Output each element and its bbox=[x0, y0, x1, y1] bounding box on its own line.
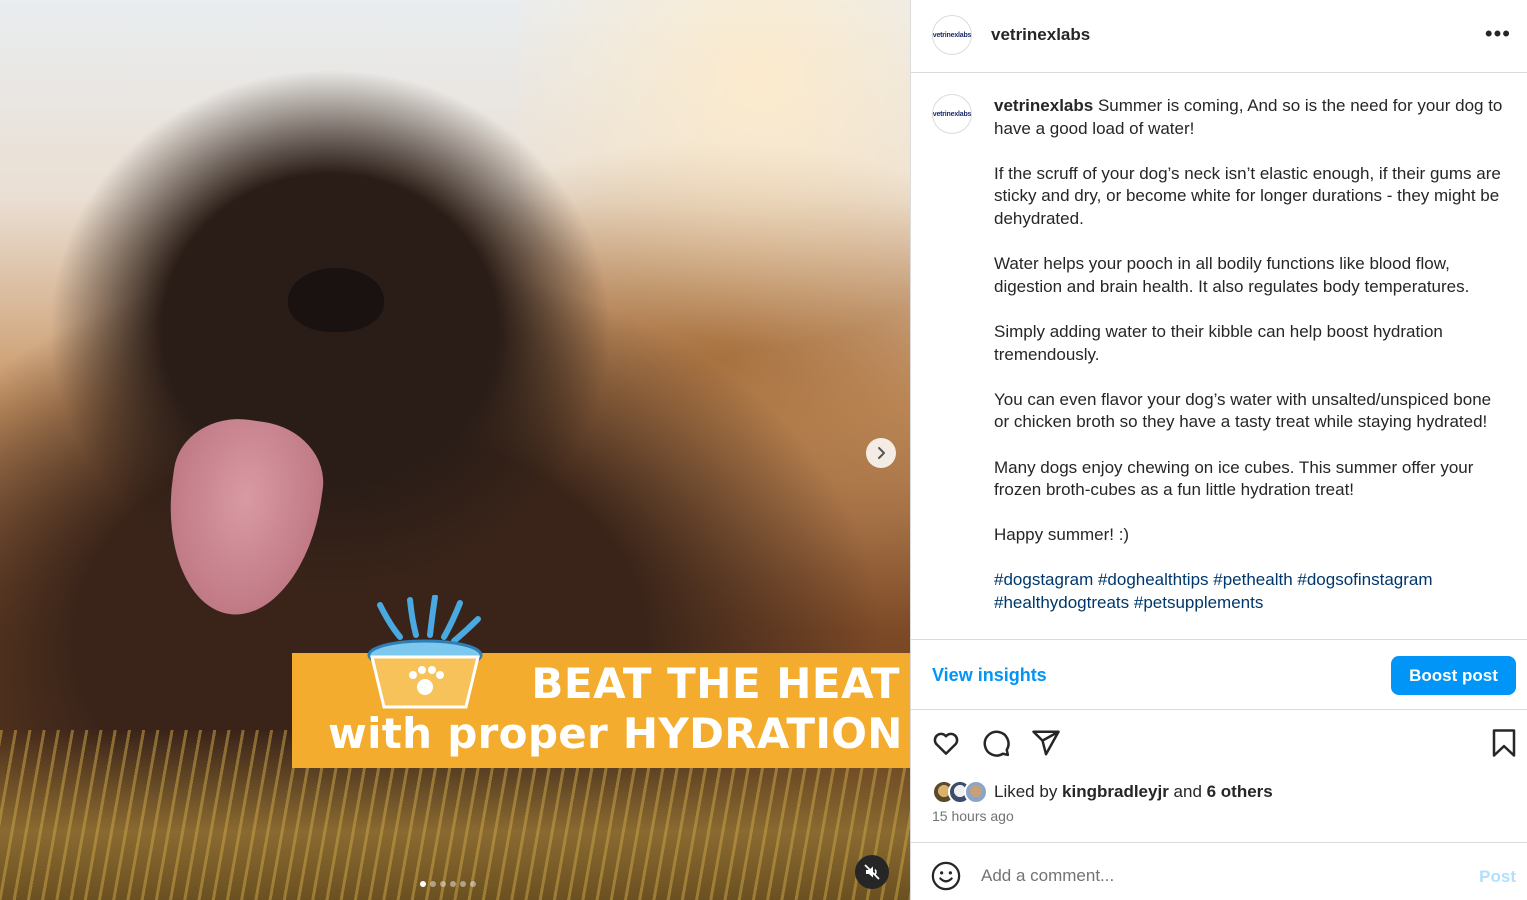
view-insights-link[interactable]: View insights bbox=[932, 665, 1047, 686]
caption-paragraph: Water helps your pooch in all bodily fun… bbox=[994, 254, 1470, 296]
author-username[interactable]: vetrinexlabs bbox=[991, 25, 1090, 45]
action-bar bbox=[911, 710, 1527, 770]
caption-text: vetrinexlabs Summer is coming, And so is… bbox=[994, 95, 1504, 637]
chevron-right-icon bbox=[878, 447, 885, 459]
post-header: vetrinexlabs vetrinexlabs ••• bbox=[911, 0, 1527, 73]
dog-tongue bbox=[155, 410, 331, 625]
carousel-dot bbox=[470, 881, 476, 887]
carousel-dot bbox=[420, 881, 426, 887]
carousel-next-button[interactable] bbox=[866, 438, 896, 468]
insights-bar: View insights Boost post bbox=[911, 639, 1527, 710]
likes-prefix: Liked by bbox=[994, 782, 1063, 801]
heart-icon[interactable] bbox=[931, 728, 961, 758]
comment-input[interactable] bbox=[981, 859, 1451, 893]
carousel-indicator bbox=[420, 881, 476, 887]
likes-summary: Liked by kingbradleyjr and 6 others bbox=[932, 778, 1273, 806]
dog-nose bbox=[288, 268, 384, 332]
likes-user-link[interactable]: kingbradleyjr bbox=[1062, 782, 1169, 801]
comment-icon[interactable] bbox=[981, 728, 1011, 758]
carousel-dot bbox=[460, 881, 466, 887]
caption-hashtags[interactable]: #dogstagram #doghealthtips #pethealth #d… bbox=[994, 569, 1504, 614]
carousel-dot bbox=[440, 881, 446, 887]
boost-post-button[interactable]: Boost post bbox=[1391, 656, 1516, 695]
caption-paragraph: You can even flavor your dog’s water wit… bbox=[994, 389, 1492, 432]
likes-text: Liked by kingbradleyjr and 6 others bbox=[994, 782, 1273, 802]
caption-paragraph: Happy summer! :) bbox=[994, 525, 1130, 545]
speaker-muted-icon bbox=[864, 864, 880, 880]
banner-subtitle: with proper HYDRATION bbox=[328, 709, 903, 758]
avatar-logo: vetrinexlabs bbox=[932, 110, 972, 118]
author-avatar[interactable]: vetrinexlabs bbox=[932, 15, 972, 55]
sun-glow bbox=[520, 0, 910, 380]
bookmark-icon[interactable] bbox=[1489, 728, 1519, 758]
carousel-dot bbox=[450, 881, 456, 887]
likes-others-link[interactable]: 6 others bbox=[1207, 782, 1273, 801]
caption-paragraph: Many dogs enjoy chewing on ice cubes. Th… bbox=[994, 457, 1474, 500]
post-details-panel: vetrinexlabs vetrinexlabs ••• vetrinexla… bbox=[910, 0, 1527, 900]
post-media[interactable]: BEAT THE HEAT with proper HYDRATION bbox=[0, 0, 910, 900]
caption-section: vetrinexlabs vetrinexlabs Summer is comi… bbox=[911, 73, 1527, 639]
caption-paragraph: Simply adding water to their kibble can … bbox=[994, 321, 1443, 364]
liker-avatars[interactable] bbox=[932, 780, 988, 804]
mute-toggle-button[interactable] bbox=[855, 855, 889, 889]
comment-bar: Post bbox=[911, 842, 1527, 900]
emoji-icon[interactable] bbox=[931, 861, 961, 891]
likes-conjunction: and bbox=[1168, 782, 1207, 801]
caption-paragraph: If the scruff of your dog’s neck isn’t e… bbox=[994, 163, 1501, 228]
banner-title: BEAT THE HEAT bbox=[531, 659, 900, 708]
caption-username[interactable]: vetrinexlabs bbox=[994, 96, 1093, 115]
more-options-icon[interactable]: ••• bbox=[1485, 23, 1511, 45]
share-icon[interactable] bbox=[1031, 728, 1061, 758]
water-bowl-icon bbox=[367, 595, 483, 709]
post-comment-button[interactable]: Post bbox=[1479, 867, 1516, 887]
caption-avatar[interactable]: vetrinexlabs bbox=[932, 94, 972, 134]
liker-avatar[interactable] bbox=[964, 780, 988, 804]
avatar-logo: vetrinexlabs bbox=[932, 31, 972, 39]
post-timestamp[interactable]: 15 hours ago bbox=[932, 808, 1014, 824]
carousel-dot bbox=[430, 881, 436, 887]
